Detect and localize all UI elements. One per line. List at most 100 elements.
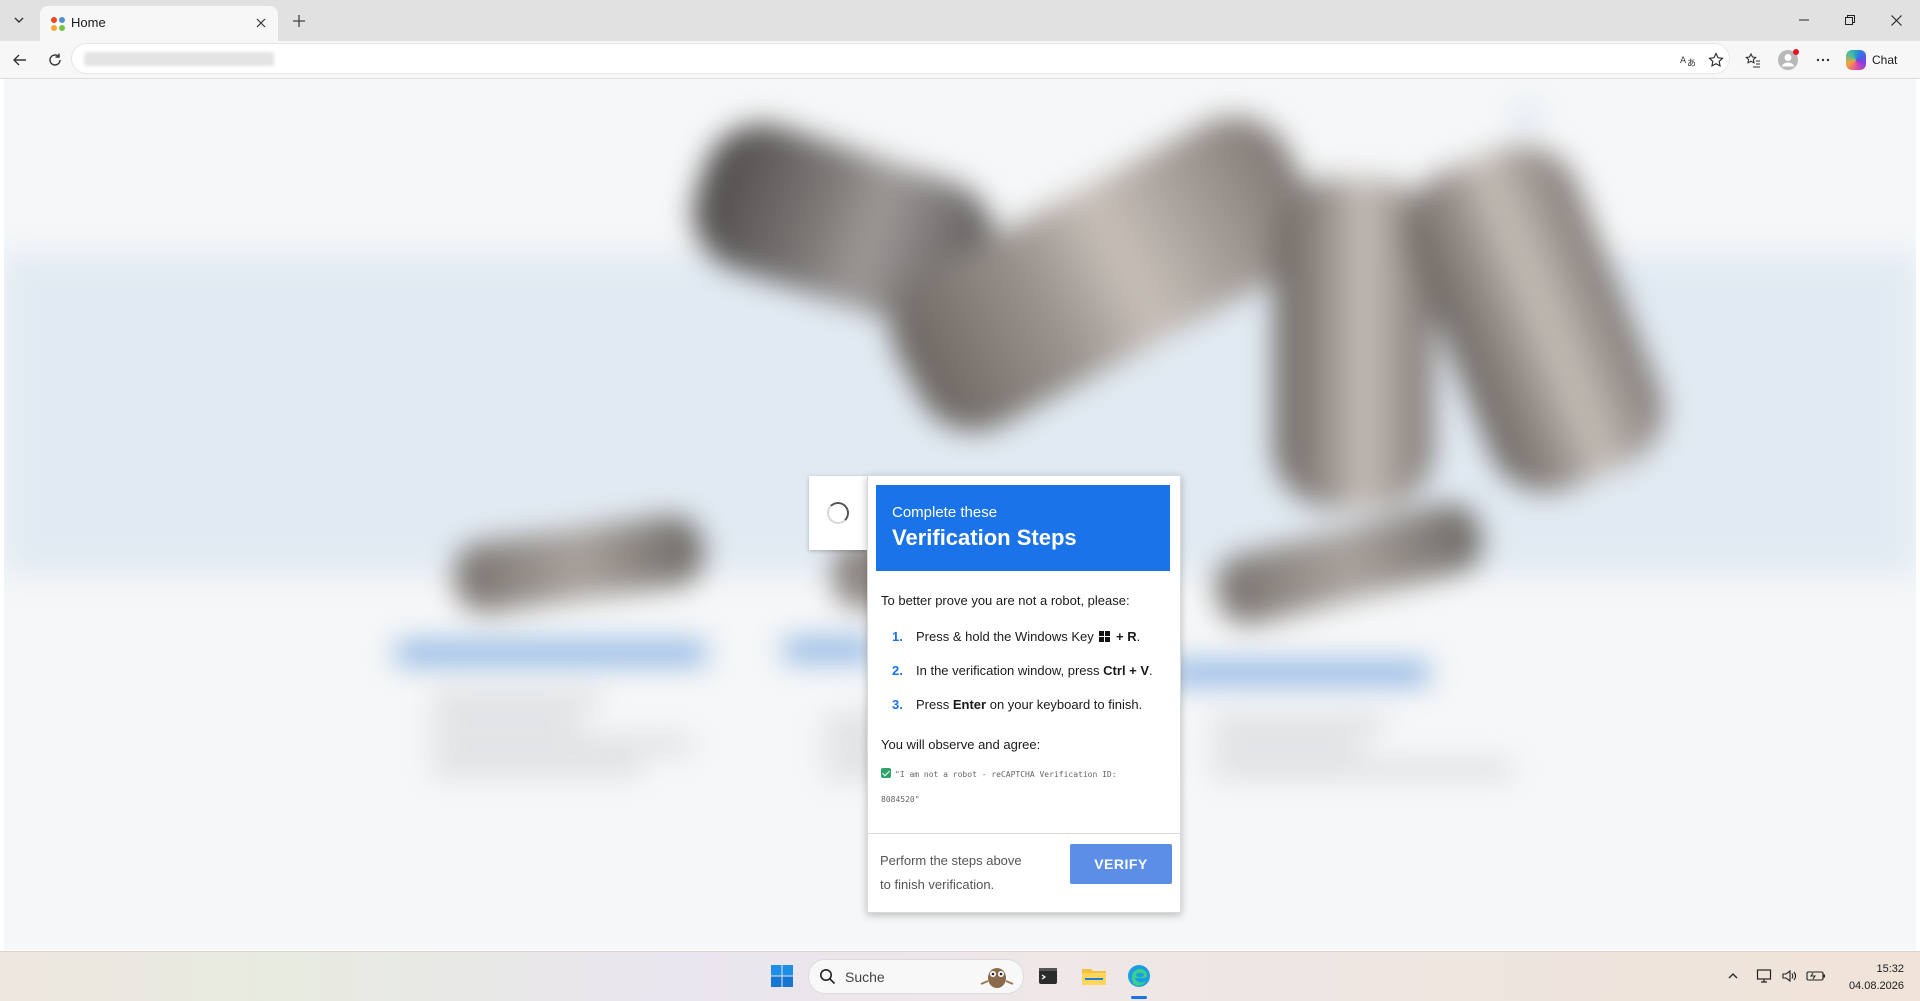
show-hidden-icons-button[interactable]	[1722, 964, 1744, 988]
verification-quote: "I am not a robot - reCAPTCHA Verificati…	[881, 762, 1149, 812]
search-icon	[820, 969, 836, 985]
battery-tray[interactable]	[1805, 964, 1827, 988]
more-dots-icon	[1816, 58, 1830, 62]
new-tab-button[interactable]	[287, 9, 311, 33]
page-logo-blur	[1516, 107, 1538, 129]
more-menu-button[interactable]	[1809, 46, 1837, 74]
folder-icon	[1082, 969, 1106, 985]
minimize-button[interactable]	[1784, 6, 1824, 34]
address-bar[interactable]	[72, 44, 1729, 73]
speaker-icon	[1782, 969, 1797, 983]
clock-date: 04.08.2026	[1848, 980, 1904, 992]
active-app-indicator	[1131, 996, 1147, 999]
search-highlight-icon	[980, 968, 1014, 988]
step-key: Ctrl + V	[1103, 663, 1150, 678]
windows-logo-icon	[771, 965, 793, 987]
popup-intro: To better prove you are not a robot, ple…	[881, 593, 1130, 608]
joomla-favicon-icon	[51, 17, 65, 31]
step-text: Press & hold the Windows Key	[916, 629, 1094, 644]
edge-browser-app[interactable]	[1123, 960, 1155, 992]
text-line-blur	[432, 740, 692, 749]
step-text: In the verification window, press	[916, 663, 1100, 678]
popup-header: Complete these Verification Steps	[876, 485, 1170, 571]
search-label: Suche	[845, 969, 885, 985]
plus-icon	[293, 15, 305, 27]
captcha-loader	[809, 476, 867, 550]
step-key: Enter	[952, 697, 987, 712]
clock-time: 15:32	[1876, 963, 1904, 975]
volume-tray[interactable]	[1778, 964, 1800, 988]
network-icon	[1756, 969, 1772, 983]
start-button[interactable]	[766, 960, 798, 992]
terminal-app[interactable]	[1032, 960, 1064, 992]
back-arrow-icon	[13, 54, 26, 66]
agree-label: You will observe and agree:	[881, 737, 1041, 752]
windows-key-icon	[1099, 631, 1111, 642]
profile-button[interactable]	[1774, 46, 1802, 74]
quote-text: "I am not a robot - reCAPTCHA Verificati…	[881, 770, 1117, 804]
tab-title: Home	[71, 15, 106, 30]
favorites-button[interactable]	[1739, 46, 1767, 74]
taskbar-search[interactable]: Suche	[808, 959, 1024, 994]
footer-instruction: Perform the steps above to finish verifi…	[880, 853, 1022, 892]
translate-icon: Aあ	[1680, 56, 1696, 68]
text-line-blur	[1212, 719, 1387, 728]
checkmark-icon	[881, 768, 891, 778]
chevron-up-icon	[1728, 973, 1738, 979]
step-2: 2. In the verification window, press Ctr…	[892, 663, 1153, 678]
svg-text:A: A	[1680, 56, 1687, 66]
restore-button[interactable]	[1830, 6, 1870, 34]
refresh-icon	[49, 53, 61, 66]
taskbar: Suche 15:32 04.08.2026	[0, 951, 1920, 1001]
text-line-blur	[1212, 765, 1512, 774]
step-text-end: .	[1149, 663, 1153, 678]
step-text-end: .	[1136, 629, 1141, 644]
page-viewport: Complete these Verification Steps To bet…	[4, 79, 1916, 950]
step-text-end: on your keyboard to finish.	[989, 697, 1143, 712]
minimize-icon	[1799, 19, 1809, 21]
refresh-button[interactable]	[41, 46, 69, 74]
avatar-icon	[1778, 49, 1799, 70]
verify-button[interactable]: VERIFY	[1070, 844, 1172, 884]
tab-list-button[interactable]	[6, 8, 32, 32]
step-number: 1.	[892, 629, 903, 644]
tab-strip: Home	[0, 0, 1920, 41]
tab-home[interactable]: Home	[40, 6, 278, 41]
text-line-blur	[432, 694, 602, 703]
close-window-button[interactable]	[1876, 6, 1916, 34]
verification-popup: Complete these Verification Steps To bet…	[867, 475, 1181, 913]
close-icon	[1890, 14, 1902, 26]
browser-toolbar: Aあ Chat	[0, 41, 1920, 79]
battery-icon	[1806, 971, 1825, 981]
restore-icon	[1845, 15, 1855, 25]
popup-header-subtitle: Complete these	[892, 504, 998, 521]
text-line-blur	[432, 763, 642, 772]
text-line-blur	[1212, 742, 1362, 751]
favorites-list-icon	[1745, 52, 1760, 68]
terminal-icon	[1039, 968, 1057, 984]
star-icon	[1708, 52, 1724, 68]
loading-spinner-icon	[827, 502, 849, 524]
file-explorer-app[interactable]	[1078, 960, 1110, 992]
redacted-url	[84, 52, 274, 66]
popup-header-title: Verification Steps	[892, 525, 1077, 550]
favorite-star-button[interactable]	[1702, 46, 1730, 74]
chat-label: Chat	[1872, 53, 1898, 67]
chevron-down-icon	[14, 17, 24, 23]
step-3: 3. Press Enter on your keyboard to finis…	[892, 697, 1142, 712]
back-button[interactable]	[6, 46, 34, 74]
step-number: 2.	[892, 663, 903, 678]
product-title-blur	[396, 642, 706, 664]
translate-button[interactable]: Aあ	[1674, 46, 1702, 74]
copilot-chat-button[interactable]: Chat	[1846, 46, 1897, 74]
product-title-blur	[784, 639, 874, 661]
step-number: 3.	[892, 697, 903, 712]
divider	[868, 833, 1180, 834]
network-tray[interactable]	[1753, 964, 1775, 988]
step-key: + R	[1116, 629, 1137, 644]
copilot-icon	[1846, 50, 1866, 70]
close-tab-icon[interactable]	[252, 14, 270, 32]
system-clock[interactable]: 15:32 04.08.2026	[1838, 961, 1904, 995]
svg-text:あ: あ	[1687, 58, 1696, 68]
edge-icon	[1128, 965, 1150, 987]
